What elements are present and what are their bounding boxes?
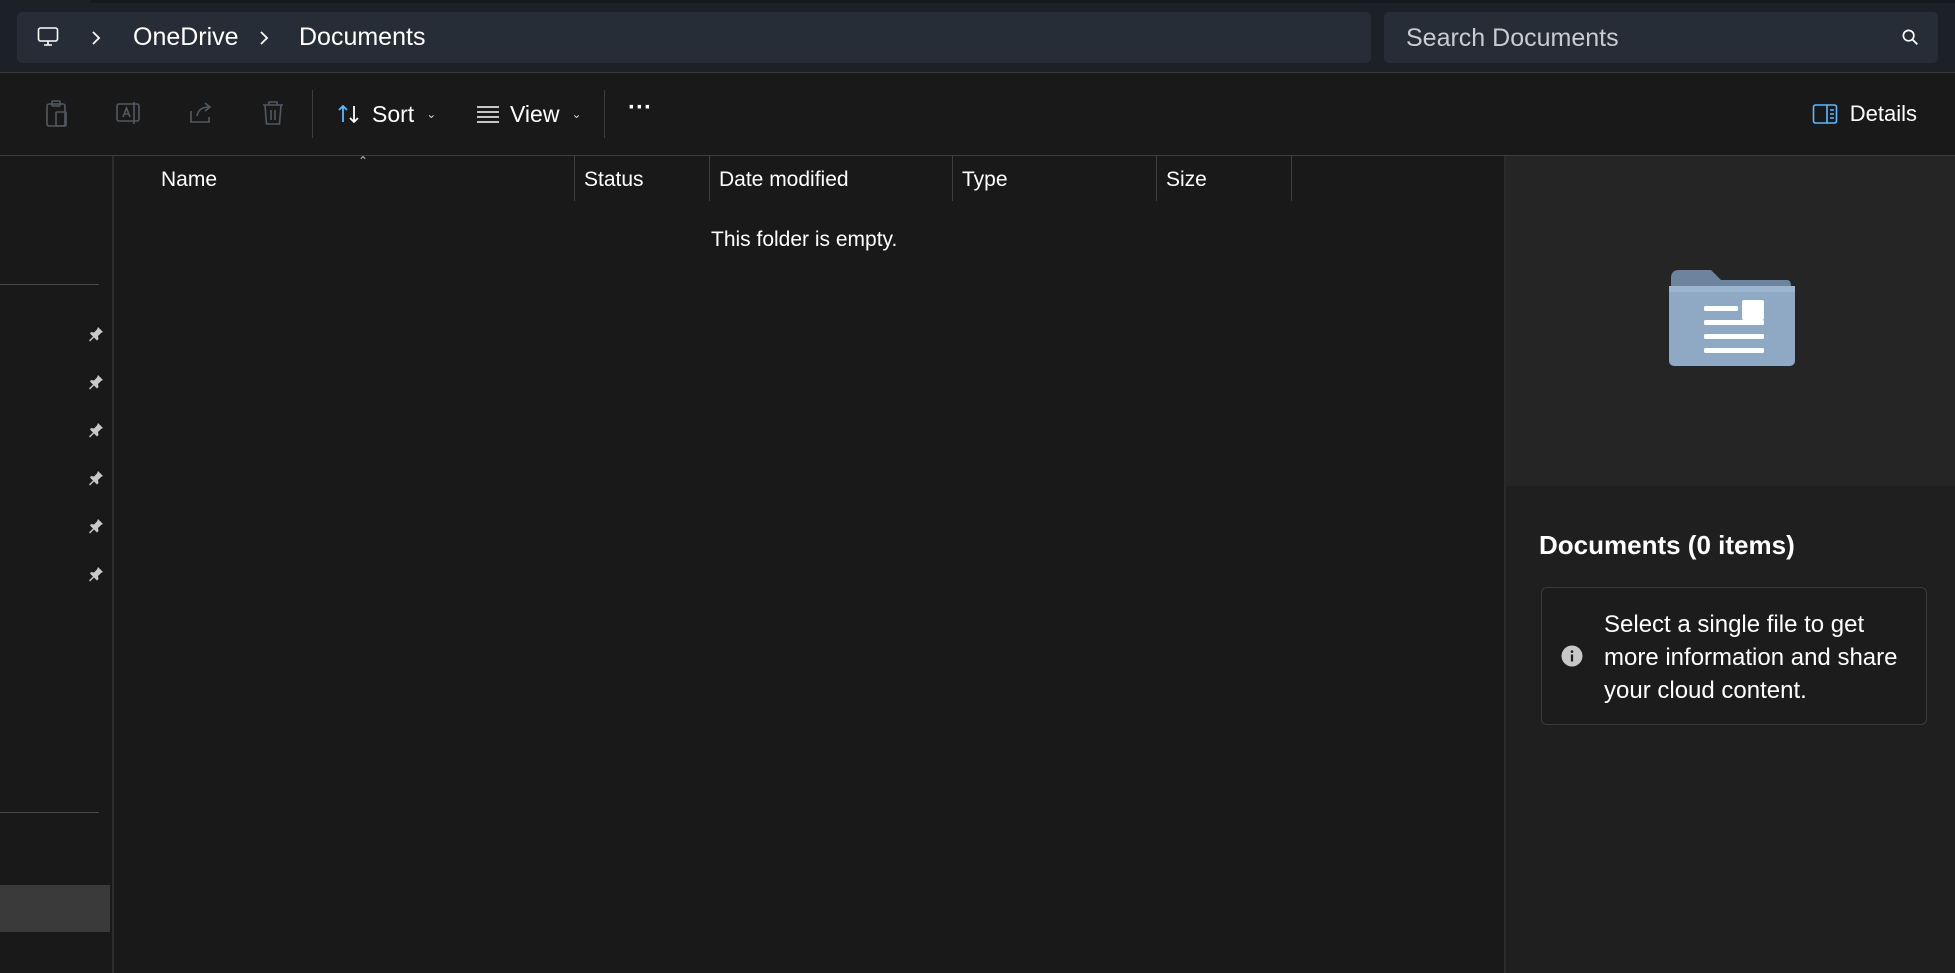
toolbar-separator bbox=[312, 90, 313, 138]
paste-icon[interactable] bbox=[44, 99, 70, 129]
sort-button[interactable]: Sort ⌄ bbox=[336, 95, 436, 133]
preview-area bbox=[1506, 156, 1955, 486]
view-label: View bbox=[510, 100, 560, 127]
details-title: Documents (0 items) bbox=[1539, 530, 1795, 560]
info-icon bbox=[1561, 645, 1583, 667]
command-bar: Sort ⌄ View ⌄ ··· Details bbox=[0, 73, 1955, 156]
search-input[interactable]: Search Documents bbox=[1384, 12, 1938, 63]
column-header-date-modified[interactable]: Date modified bbox=[710, 156, 953, 201]
details-button[interactable]: Details bbox=[1812, 101, 1917, 127]
more-options-icon: ··· bbox=[628, 94, 652, 121]
column-header-type[interactable]: Type bbox=[953, 156, 1157, 201]
nav-divider bbox=[0, 812, 99, 813]
pin-icon[interactable] bbox=[88, 422, 104, 438]
sort-ascending-icon: ⌃ bbox=[358, 154, 369, 168]
column-header-name[interactable]: Name ⌃ bbox=[114, 154, 575, 201]
file-list[interactable]: Name ⌃ Status Date modified Type Size Th… bbox=[114, 154, 1504, 973]
chevron-down-icon: ⌄ bbox=[571, 107, 582, 121]
pin-icon[interactable] bbox=[88, 470, 104, 486]
share-icon[interactable] bbox=[187, 99, 215, 127]
documents-folder-icon bbox=[1667, 264, 1795, 368]
delete-icon[interactable] bbox=[260, 99, 286, 127]
top-accent-strip bbox=[90, 0, 1955, 3]
toolbar-separator bbox=[604, 90, 605, 138]
sort-label: Sort bbox=[372, 100, 415, 127]
pin-icon[interactable] bbox=[88, 566, 104, 582]
details-label: Details bbox=[1849, 101, 1917, 126]
details-pane: Documents (0 items) Select a single file… bbox=[1504, 156, 1955, 973]
chevron-down-icon: ⌄ bbox=[426, 107, 437, 121]
more-options-button[interactable]: ··· bbox=[628, 89, 652, 127]
nav-item-selected[interactable] bbox=[0, 885, 110, 932]
search-icon[interactable] bbox=[1901, 28, 1920, 47]
view-button[interactable]: View ⌄ bbox=[476, 95, 582, 133]
pin-icon[interactable] bbox=[88, 374, 104, 390]
title-address-bar: OneDrive Documents Search Documents bbox=[0, 0, 1955, 73]
info-message: Select a single file to get more informa… bbox=[1604, 611, 1898, 704]
address-bar[interactable]: OneDrive Documents bbox=[17, 12, 1371, 63]
chevron-right-icon[interactable] bbox=[89, 29, 103, 47]
column-header-size[interactable]: Size bbox=[1157, 156, 1292, 201]
this-pc-icon[interactable] bbox=[36, 25, 60, 49]
info-box: Select a single file to get more informa… bbox=[1541, 587, 1927, 725]
breadcrumb-documents[interactable]: Documents bbox=[299, 21, 425, 53]
pin-icon[interactable] bbox=[88, 518, 104, 534]
sort-icon bbox=[336, 102, 362, 126]
details-pane-icon bbox=[1812, 103, 1838, 125]
search-placeholder: Search Documents bbox=[1406, 24, 1619, 52]
nav-divider bbox=[0, 284, 99, 285]
column-header-status[interactable]: Status bbox=[575, 156, 710, 201]
breadcrumb-onedrive[interactable]: OneDrive bbox=[133, 21, 239, 53]
empty-folder-message: This folder is empty. bbox=[711, 228, 898, 251]
chevron-right-icon[interactable] bbox=[257, 29, 271, 47]
navigation-pane[interactable] bbox=[0, 156, 114, 973]
pin-icon[interactable] bbox=[88, 326, 104, 342]
view-list-icon bbox=[476, 104, 500, 124]
rename-icon[interactable] bbox=[115, 99, 143, 127]
